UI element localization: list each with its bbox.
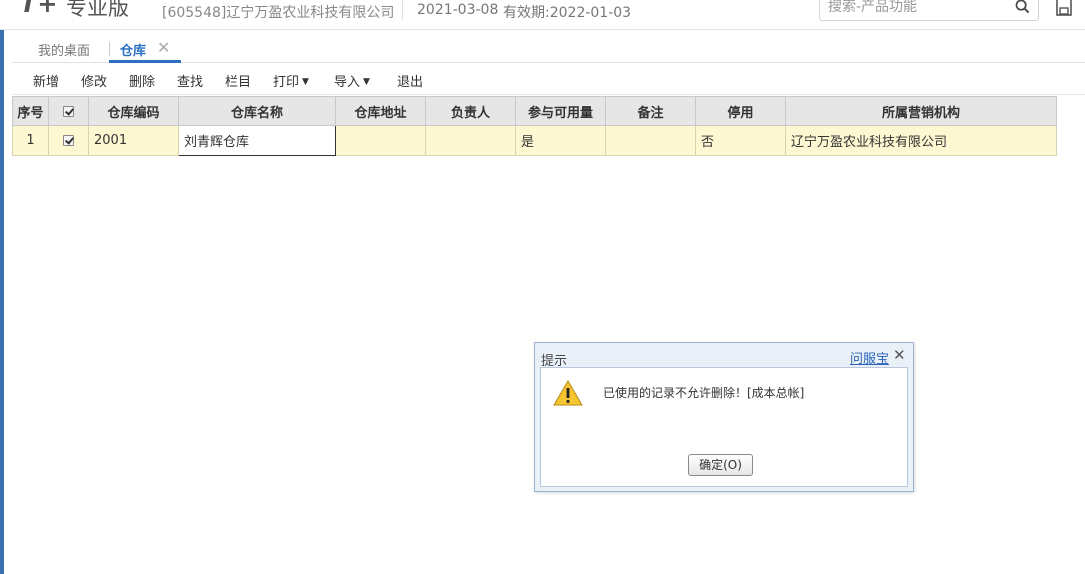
cell-seq: 1 <box>12 125 49 156</box>
tab-my-desktop[interactable]: 我的桌面 <box>38 40 90 59</box>
print-button[interactable]: 打印 ▼ <box>273 71 309 90</box>
warehouse-grid: 序号 仓库编码 仓库名称 仓库地址 负责人 参与可用量 备注 停用 所属营销机构… <box>12 96 1057 156</box>
tab-bar: 我的桌面 仓库 ✕ <box>12 30 1085 63</box>
search-input[interactable] <box>828 0 1008 15</box>
edit-button[interactable]: 修改 <box>81 71 107 90</box>
cell-disabled[interactable]: 否 <box>695 125 786 156</box>
tab-divider <box>109 42 110 56</box>
select-all-checkbox[interactable] <box>63 105 74 117</box>
chevron-down-icon: ▼ <box>302 77 309 87</box>
delete-button[interactable]: 删除 <box>129 71 155 90</box>
delete-button-label: 删除 <box>129 75 156 90</box>
edit-button-label: 修改 <box>81 75 108 90</box>
col-header-select[interactable] <box>48 96 89 126</box>
validity-date: 有效期:2022-01-03 <box>503 5 632 21</box>
dialog-body: 已使用的记录不允许删除！[成本总帐] 确定(O) <box>540 367 908 487</box>
find-button[interactable]: 查找 <box>177 71 203 90</box>
toolbar: 新增 修改 删除 查找 栏目 打印 ▼ 导入 ▼ 退出 <box>12 63 1085 95</box>
cell-manager[interactable] <box>425 125 516 156</box>
app-window: T+ 专业版 [605548]辽宁万盈农业科技有限公司 2021-03-08 有… <box>0 0 1085 574</box>
col-header-disabled[interactable]: 停用 <box>695 96 786 126</box>
close-icon[interactable]: ✕ <box>893 346 906 364</box>
col-header-manager[interactable]: 负责人 <box>425 96 516 126</box>
search-icon[interactable] <box>1015 0 1030 14</box>
add-button[interactable]: 新增 <box>33 71 59 90</box>
col-header-available[interactable]: 参与可用量 <box>515 96 606 126</box>
cell-available[interactable]: 是 <box>515 125 606 156</box>
col-header-address[interactable]: 仓库地址 <box>335 96 426 126</box>
save-icon[interactable] <box>1056 0 1072 16</box>
col-header-name[interactable]: 仓库名称 <box>178 96 336 126</box>
product-search-box[interactable] <box>819 0 1039 21</box>
cell-code[interactable]: 2001 <box>88 125 179 156</box>
cell-address[interactable] <box>335 125 426 156</box>
col-header-remark[interactable]: 备注 <box>605 96 696 126</box>
cell-select[interactable] <box>48 125 89 156</box>
cell-org[interactable]: 辽宁万盈农业科技有限公司 <box>785 125 1057 156</box>
table-row[interactable]: 1 2001 刘青辉仓库 是 否 辽宁万盈农业科技有限公司 <box>12 125 1057 156</box>
columns-button-label: 栏目 <box>225 75 252 90</box>
cell-remark[interactable] <box>605 125 696 156</box>
login-date: 2021-03-08 <box>417 2 499 18</box>
alert-dialog: 提示 问服宝 ✕ 已使用的记录不允许删除！[成本总帐] 确定(O) <box>534 342 914 492</box>
col-header-code[interactable]: 仓库编码 <box>88 96 179 126</box>
left-edge-strip <box>0 18 4 574</box>
import-button-label: 导入 <box>334 75 361 90</box>
app-header: T+ 专业版 [605548]辽宁万盈农业科技有限公司 2021-03-08 有… <box>0 0 1085 30</box>
row-checkbox[interactable] <box>63 135 74 146</box>
header-divider <box>402 0 403 20</box>
tab-warehouse[interactable]: 仓库 <box>120 40 146 59</box>
product-logo: T+ <box>20 0 59 18</box>
cell-name[interactable]: 刘青辉仓库 <box>178 125 336 156</box>
columns-button[interactable]: 栏目 <box>225 71 251 90</box>
grid-header-row: 序号 仓库编码 仓库名称 仓库地址 负责人 参与可用量 备注 停用 所属营销机构 <box>12 96 1057 126</box>
add-button-label: 新增 <box>33 75 60 90</box>
warning-icon <box>553 380 583 406</box>
print-button-label: 打印 <box>273 75 300 90</box>
product-edition: 专业版 <box>66 0 129 20</box>
close-tab-icon[interactable]: ✕ <box>157 38 170 57</box>
dialog-message: 已使用的记录不允许删除！[成本总帐] <box>603 386 805 400</box>
help-link[interactable]: 问服宝 <box>850 348 889 367</box>
chevron-down-icon: ▼ <box>363 77 370 87</box>
ok-button[interactable]: 确定(O) <box>688 454 753 476</box>
col-header-org[interactable]: 所属营销机构 <box>785 96 1057 126</box>
col-header-seq[interactable]: 序号 <box>12 96 49 126</box>
find-button-label: 查找 <box>177 75 204 90</box>
exit-button-label: 退出 <box>397 75 424 90</box>
company-name: [605548]辽宁万盈农业科技有限公司 <box>162 5 395 21</box>
exit-button[interactable]: 退出 <box>397 71 423 90</box>
import-button[interactable]: 导入 ▼ <box>334 71 370 90</box>
